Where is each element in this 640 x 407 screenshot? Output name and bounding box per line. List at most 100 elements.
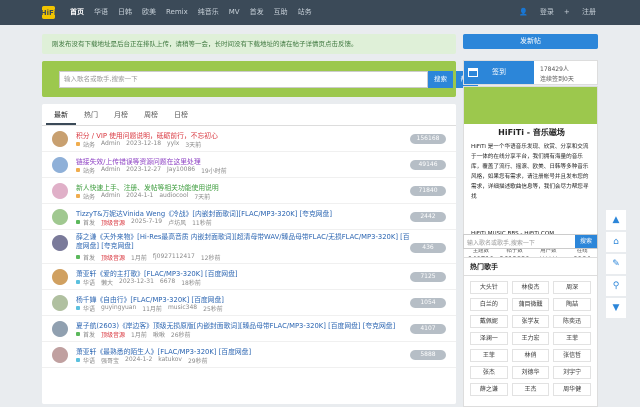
thread-title[interactable]: 萧亚轩《最熟悉的陌生人》[FLAC/MP3-320K] [百度网盘] — [76, 346, 411, 356]
login-link[interactable]: 👤 登录 — [519, 0, 554, 25]
new-post-button[interactable]: 发新帖 — [463, 34, 598, 49]
forum-tag-icon — [76, 280, 80, 284]
hot-singer-tag[interactable]: 陶喆 — [553, 298, 591, 311]
hot-singer-tag[interactable]: 蒲目微醺 — [511, 298, 550, 311]
search-icon[interactable]: ⚲ — [606, 276, 626, 296]
avatar[interactable] — [52, 157, 68, 173]
search-button[interactable]: 搜索 — [428, 71, 453, 88]
thread-row[interactable]: 夏子航(2603)《岸边客》顶级无损原版[内嵌封面歌词][臻品母带FLAC/MP… — [42, 316, 456, 342]
meta-item: 2023-12-18 — [126, 140, 162, 147]
thread-title[interactable]: 夏子航(2603)《岸边客》顶级无损原版[内嵌封面歌词][臻品母带FLAC/MP… — [76, 320, 411, 330]
hot-singer-tag[interactable]: 王力宏 — [511, 332, 550, 345]
nav-item-instrumental[interactable]: 纯音乐 — [193, 0, 224, 25]
thread-row[interactable]: 萧亚轩《爱的主打歌》[FLAC/MP3-320K] [百度网盘] 华语 懒大 2023… — [42, 264, 456, 290]
thread-title[interactable]: 积分 / VIP 使用问题说明，砥砺前行，不忘初心 — [76, 130, 411, 140]
nav-item-site[interactable]: 站务 — [293, 0, 317, 25]
search-input[interactable]: 输入歌名或歌手,搜索一下 — [59, 71, 428, 88]
hot-singer-tag[interactable]: 张学友 — [511, 315, 550, 328]
hot-singer-tag[interactable]: 王杰 — [511, 383, 550, 396]
meta-item: Jay10086 — [167, 166, 196, 173]
meta-item: 19小时前 — [201, 168, 227, 175]
thread-row[interactable]: TizzyT&万妮达Vinida Weng《冷战》[内嵌封面歌词][FLAC/M… — [42, 204, 456, 230]
thread-title[interactable]: TizzyT&万妮达Vinida Weng《冷战》[内嵌封面歌词][FLAC/M… — [76, 208, 411, 218]
nav-item-remix[interactable]: Remix — [161, 0, 193, 25]
up-arrow-icon[interactable]: ▲ — [606, 210, 626, 230]
hot-singer-tag[interactable]: 周华健 — [553, 383, 591, 396]
avatar[interactable] — [52, 209, 68, 225]
down-arrow-icon[interactable]: ▼ — [606, 298, 626, 318]
thread-row[interactable]: 积分 / VIP 使用问题说明，砥砺前行，不忘初心 站务 Admin 2023-12-… — [42, 126, 456, 152]
thread-title[interactable]: 萧亚轩《爱的主打歌》[FLAC/MP3-320K] [百度网盘] — [76, 268, 411, 278]
avatar[interactable] — [52, 183, 68, 199]
tab-weekly[interactable]: 周榜 — [136, 104, 166, 125]
thread-row[interactable]: 新人快速上手、注册、发帖等相关功能使用说明 站务 Admin 2024-1-1 audi… — [42, 178, 456, 204]
forum-tag-icon — [76, 220, 80, 224]
avatar[interactable] — [52, 235, 68, 251]
meta-item: 2023-12-27 — [126, 166, 162, 173]
avatar[interactable] — [52, 295, 68, 311]
hot-singer-tag[interactable]: 陈奕迅 — [553, 315, 591, 328]
tab-latest[interactable]: 最新 — [46, 104, 76, 125]
register-link[interactable]: + 注册 — [564, 0, 596, 25]
nav-item-chinese[interactable]: 华语 — [89, 0, 113, 25]
meta-item: 2024-1-2 — [125, 356, 153, 363]
tab-hot[interactable]: 热门 — [76, 104, 106, 125]
sidebar-search-button[interactable]: 搜索 — [575, 235, 597, 248]
nav-item-home[interactable]: 首页 — [65, 0, 89, 25]
hot-singer-tag[interactable]: 薛之谦 — [470, 383, 508, 396]
thread-row[interactable]: 杨千嬅《自由行》[FLAC/MP3-320K] [百度网盘] 华语 guyingyu… — [42, 290, 456, 316]
hot-singer-tag[interactable]: 大头针 — [470, 281, 508, 294]
checkin-box: 签到 178429人 连续签到0天 — [463, 60, 598, 85]
hot-singer-tag[interactable]: 张信哲 — [553, 349, 591, 362]
meta-item: 2023-12-31 — [119, 278, 154, 285]
hot-singer-tag[interactable]: 刘德华 — [511, 366, 550, 379]
nav-item-western[interactable]: 欧美 — [137, 0, 161, 25]
nav-item-help[interactable]: 互助 — [269, 0, 293, 25]
hot-singer-tag[interactable]: 王菲 — [470, 349, 508, 362]
thread-meta: 站务 Admin 2023-12-27 Jay10086 19小时前 — [76, 166, 233, 175]
thread-title[interactable]: 薛之谦《天外来物》[Hi-Res最高音质 内嵌封面歌词][超清母带WAV/臻品母… — [76, 233, 411, 251]
hot-singer-tag[interactable]: 刘宇宁 — [553, 366, 591, 379]
nav-item-mv[interactable]: MV — [224, 0, 245, 25]
thread-title[interactable]: 链接失效/上传错误等资源问题在这里处理 — [76, 156, 411, 166]
calendar-icon — [468, 68, 478, 77]
search-panel: 输入歌名或歌手,搜索一下 搜索 帮助 — [42, 61, 478, 97]
edit-icon[interactable]: ✎ — [606, 254, 626, 274]
hot-singer-tag[interactable]: 林俏 — [511, 349, 550, 362]
thread-row[interactable]: 萧亚轩《最熟悉的陌生人》[FLAC/MP3-320K] [百度网盘] 华语 强哥宝 2… — [42, 342, 456, 368]
forum-tag-icon — [76, 142, 80, 146]
avatar[interactable] — [52, 269, 68, 285]
sidebar-search-input[interactable]: 输入歌名或歌手,搜索一下 — [467, 238, 535, 247]
tab-monthly[interactable]: 月榜 — [106, 104, 136, 125]
hot-singer-tag[interactable]: 戴佩妮 — [470, 315, 508, 328]
hot-singer-tag[interactable]: 林俊杰 — [511, 281, 550, 294]
meta-item: 18秒前 — [181, 280, 201, 287]
thread-meta: 首发 顶级音源 1月前 啾啾 26秒前 — [76, 330, 197, 339]
hot-singer-tag[interactable]: 泽澜一 — [470, 332, 508, 345]
meta-item: 首发 — [83, 332, 96, 339]
thread-title[interactable]: 杨千嬅《自由行》[FLAC/MP3-320K] [百度网盘] — [76, 294, 411, 304]
meta-item: 华语 — [83, 358, 96, 365]
meta-item: 1月前 — [131, 332, 147, 339]
hot-singer-tag[interactable]: 张杰 — [470, 366, 508, 379]
hot-singer-tag[interactable]: 白兰的 — [470, 298, 508, 311]
hot-singer-tag[interactable]: 周深 — [553, 281, 591, 294]
tab-daily[interactable]: 日榜 — [166, 104, 196, 125]
meta-item: audiocool — [159, 192, 189, 199]
avatar[interactable] — [52, 321, 68, 337]
nav-item-jk[interactable]: 日韩 — [113, 0, 137, 25]
checkin-button[interactable]: 签到 — [464, 61, 534, 84]
home-icon[interactable]: ⌂ — [606, 232, 626, 252]
thread-title[interactable]: 新人快速上手、注册、发帖等相关功能使用说明 — [76, 182, 411, 192]
reply-count-badge: 71840 — [410, 186, 446, 196]
avatar[interactable] — [52, 131, 68, 147]
top-navbar: HiFi 首页 华语 日韩 欧美 Remix 纯音乐 MV 首发 互助 站务 👤… — [0, 0, 640, 25]
nav-item-premiere[interactable]: 首发 — [245, 0, 269, 25]
avatar[interactable] — [52, 347, 68, 363]
hot-singer-tag[interactable]: 王菲 — [553, 332, 591, 345]
register-label: 注册 — [582, 8, 596, 16]
hot-singers-grid: 大头针 林俊杰 周深 白兰的 蒲目微醺 陶喆 戴佩妮 张学友 陈奕迅 泽澜一 王力宏 王菲 王菲 林俏 张信… — [464, 276, 597, 401]
thread-row[interactable]: 薛之谦《天外来物》[Hi-Res最高音质 内嵌封面歌词][超清母带WAV/臻品母… — [42, 230, 456, 264]
thread-row[interactable]: 链接失效/上传错误等资源问题在这里处理 站务 Admin 2023-12-27 Jay1… — [42, 152, 456, 178]
site-logo[interactable]: HiFi — [41, 6, 56, 19]
